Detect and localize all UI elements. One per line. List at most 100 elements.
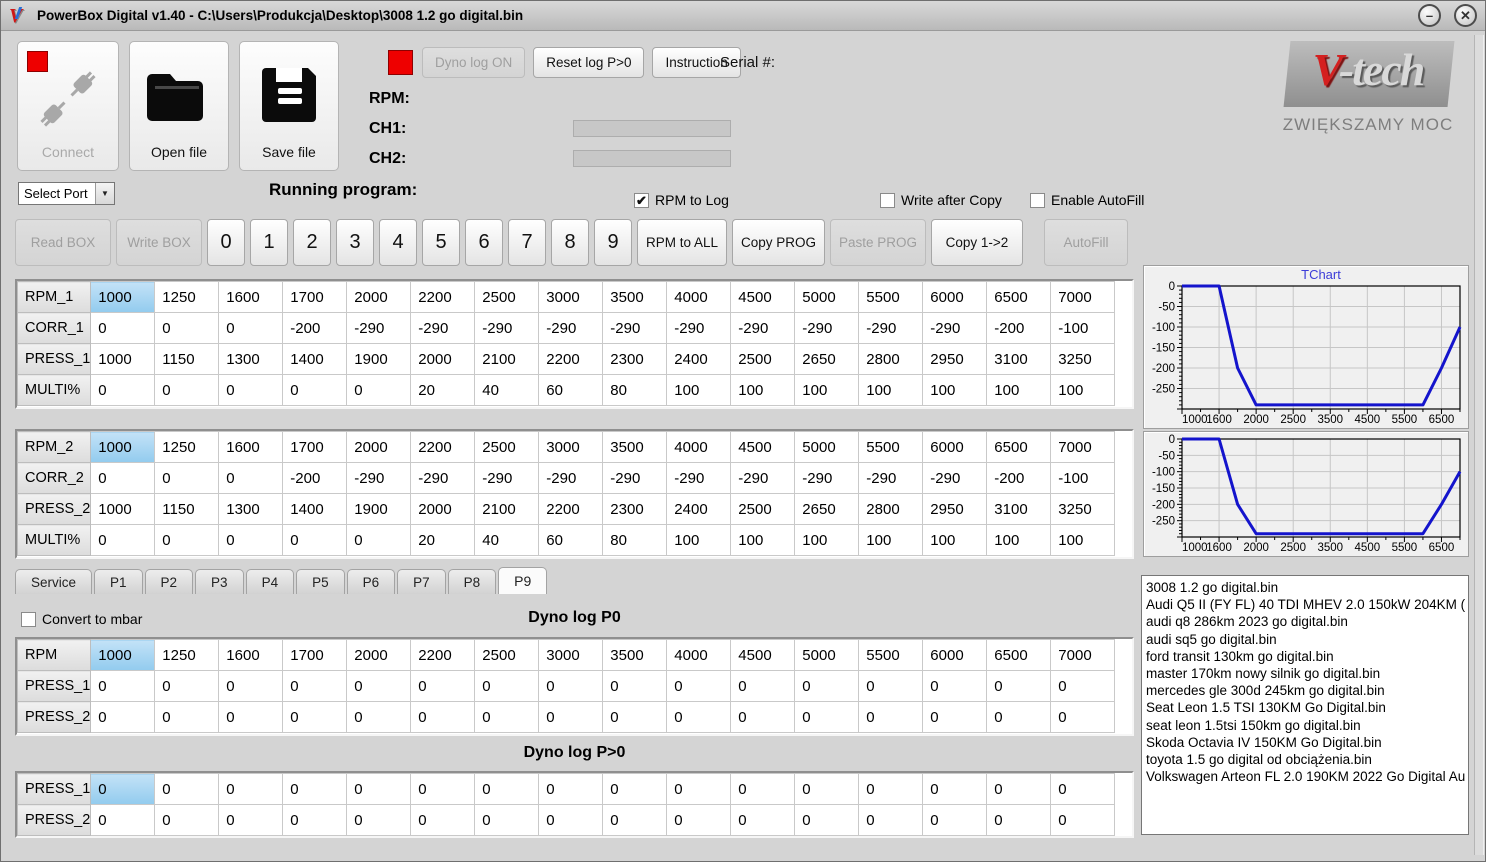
table-cell[interactable]: -290 [474,312,540,344]
table-cell[interactable]: 3000 [538,281,604,313]
table-cell[interactable]: 2000 [346,281,412,313]
digit-button-6[interactable]: 6 [465,219,503,266]
table-cell[interactable]: 0 [986,701,1052,733]
table-cell[interactable]: 2500 [474,431,540,463]
table-cell[interactable]: 60 [538,374,604,406]
table-cell[interactable]: 0 [154,524,220,556]
table-cell[interactable]: 0 [346,773,412,805]
table-cell[interactable]: 0 [474,773,540,805]
table-cell[interactable]: 0 [282,804,348,836]
table-cell[interactable]: 0 [410,670,476,702]
table-cell[interactable]: 2100 [474,343,540,375]
table-cell[interactable]: 4000 [666,431,732,463]
table-cell[interactable]: 2500 [474,281,540,313]
digit-button-1[interactable]: 1 [250,219,288,266]
table-cell[interactable]: 2000 [410,493,476,525]
table-cell[interactable]: 0 [282,773,348,805]
table-cell[interactable]: 100 [1050,374,1116,406]
file-list-item[interactable]: Skoda Octavia IV 150KM Go Digital.bin [1146,734,1468,751]
table-cell[interactable]: 0 [474,670,540,702]
table-cell[interactable]: 0 [986,804,1052,836]
table-cell[interactable]: 7000 [1050,281,1116,313]
table-cell[interactable]: 0 [90,374,156,406]
tab-p3[interactable]: P3 [195,569,244,594]
table-cell[interactable]: 3500 [602,639,668,671]
table-cell[interactable]: -290 [858,462,924,494]
table-cell[interactable]: 2400 [666,343,732,375]
table-cell[interactable]: 0 [346,670,412,702]
digit-button-5[interactable]: 5 [422,219,460,266]
table-cell[interactable]: -290 [538,462,604,494]
tab-p5[interactable]: P5 [296,569,345,594]
table-cell[interactable]: 20 [410,374,476,406]
open-file-button[interactable]: Open file [129,41,229,171]
table-cell[interactable]: 0 [346,804,412,836]
file-list-item[interactable]: Volkswagen Arteon FL 2.0 190KM 2022 Go D… [1146,768,1468,785]
table-cell[interactable]: 0 [90,312,156,344]
table-cell[interactable]: 1000 [90,639,156,671]
table-cell[interactable]: 1250 [154,281,220,313]
table-cell[interactable]: 60 [538,524,604,556]
table-cell[interactable]: 3500 [602,281,668,313]
tab-p9[interactable]: P9 [498,567,548,594]
table-cell[interactable]: -290 [474,462,540,494]
table-cell[interactable]: 0 [282,524,348,556]
table-cell[interactable]: 3250 [1050,493,1116,525]
table-cell[interactable]: -290 [858,312,924,344]
table-cell[interactable]: 2650 [794,343,860,375]
table-cell[interactable]: 0 [1050,670,1116,702]
table-cell[interactable]: -200 [282,312,348,344]
table-cell[interactable]: 100 [794,374,860,406]
table-cell[interactable]: -290 [346,312,412,344]
table-cell[interactable]: 0 [602,773,668,805]
table-cell[interactable]: 0 [218,374,284,406]
close-button[interactable]: ✕ [1454,4,1477,27]
table-cell[interactable]: -290 [410,462,476,494]
table-cell[interactable]: 2200 [410,431,476,463]
table-cell[interactable]: 0 [90,670,156,702]
rpm-to-all-button[interactable]: RPM to ALL [637,219,727,266]
table-cell[interactable]: -100 [1050,462,1116,494]
table-cell[interactable]: -100 [1050,312,1116,344]
table-cell[interactable]: 0 [666,773,732,805]
table-cell[interactable]: 7000 [1050,639,1116,671]
table-cell[interactable]: -290 [410,312,476,344]
table-cell[interactable]: 0 [794,670,860,702]
tab-p7[interactable]: P7 [397,569,446,594]
table-cell[interactable]: 5500 [858,639,924,671]
table-cell[interactable]: 0 [858,804,924,836]
checkbox-check-icon[interactable]: ✔ [634,192,649,208]
table-cell[interactable]: 0 [538,804,604,836]
table-cell[interactable]: 1700 [282,281,348,313]
table-cell[interactable]: 0 [858,701,924,733]
table-cell[interactable]: 3250 [1050,343,1116,375]
table-cell[interactable]: 0 [282,670,348,702]
table-cell[interactable]: 7000 [1050,431,1116,463]
file-list-item[interactable]: Seat Leon 1.5 TSI 130KM Go Digital.bin [1146,699,1468,716]
digit-button-2[interactable]: 2 [293,219,331,266]
table-cell[interactable]: 1300 [218,343,284,375]
tab-p8[interactable]: P8 [447,569,497,594]
tab-p6[interactable]: P6 [346,569,396,594]
table-cell[interactable]: 0 [218,524,284,556]
copy-prog-button[interactable]: Copy PROG [732,219,825,266]
table-cell[interactable]: 1900 [346,493,412,525]
table-cell[interactable]: -290 [602,312,668,344]
table-cell[interactable]: 0 [794,701,860,733]
table-cell[interactable]: 0 [154,701,220,733]
write-after-copy-checkbox[interactable]: Write after Copy [880,192,1002,208]
table-cell[interactable]: -200 [986,462,1052,494]
table-cell[interactable]: 80 [602,374,668,406]
table-cell[interactable]: 0 [218,312,284,344]
table-cell[interactable]: 0 [218,670,284,702]
table-cell[interactable]: 1000 [90,431,156,463]
table-cell[interactable]: 2800 [858,343,924,375]
table-cell[interactable]: -290 [922,462,988,494]
table-cell[interactable]: 0 [90,462,156,494]
table-cell[interactable]: 3100 [986,343,1052,375]
table-cell[interactable]: 4500 [730,431,796,463]
table-cell[interactable]: 0 [346,374,412,406]
table-cell[interactable]: 40 [474,524,540,556]
table-cell[interactable]: 0 [1050,804,1116,836]
table-cell[interactable]: 20 [410,524,476,556]
